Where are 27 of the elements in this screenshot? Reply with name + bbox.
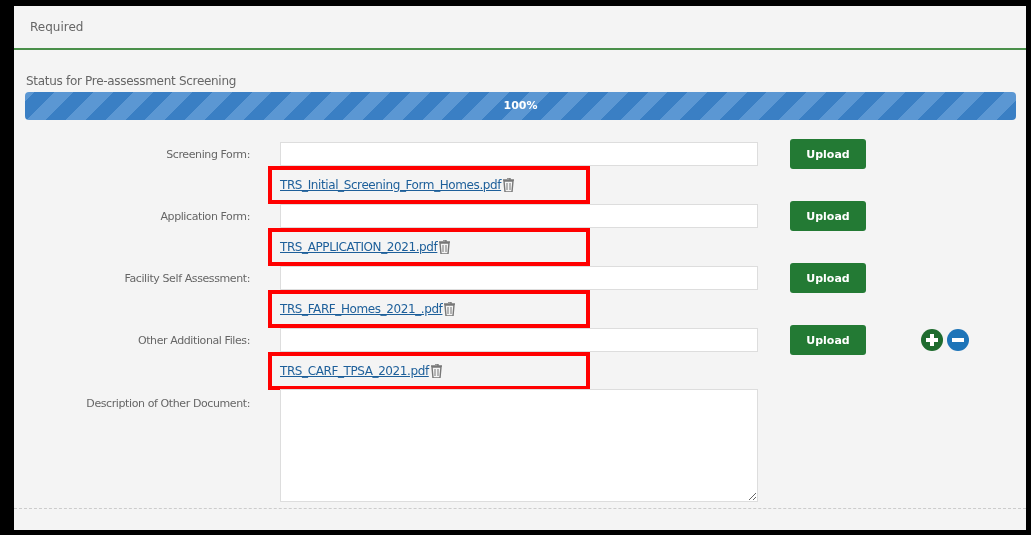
upload-button[interactable]: Upload — [790, 139, 866, 169]
upload-button[interactable]: Upload — [790, 325, 866, 355]
file-link[interactable]: TRS_Initial_Screening_Form_Homes.pdf — [280, 178, 502, 192]
file-input-field[interactable] — [280, 266, 758, 290]
file-link[interactable]: TRS_APPLICATION_2021.pdf — [280, 240, 438, 254]
field-label: Description of Other Document: — [85, 397, 250, 410]
trash-icon[interactable] — [430, 364, 442, 378]
file-link[interactable]: TRS_FARF_Homes_2021_.pdf — [280, 302, 443, 316]
trash-icon[interactable] — [439, 240, 451, 254]
file-input-field[interactable] — [280, 204, 758, 228]
trash-icon[interactable] — [503, 178, 515, 192]
file-link[interactable]: TRS_CARF_TPSA_2021.pdf — [280, 364, 429, 378]
file-input-field[interactable] — [280, 142, 758, 166]
add-icon[interactable] — [921, 329, 943, 351]
progress-label: Status for Pre-assessment Screening — [26, 74, 238, 88]
description-field[interactable] — [280, 389, 758, 502]
field-label: Application Form: — [159, 209, 250, 223]
trash-icon[interactable] — [444, 302, 456, 316]
upload-button[interactable]: Upload — [790, 201, 866, 231]
upload-button[interactable]: Upload — [790, 263, 866, 293]
file-input-field[interactable] — [280, 328, 758, 352]
field-label: Facility Self Assessment: — [123, 271, 250, 285]
field-label: Screening Form: — [165, 147, 250, 161]
section-title: Required — [30, 20, 84, 34]
progress-reading: 100% — [502, 99, 539, 112]
field-label: Other Additional Files: — [136, 333, 250, 347]
remove-icon[interactable] — [947, 329, 969, 351]
